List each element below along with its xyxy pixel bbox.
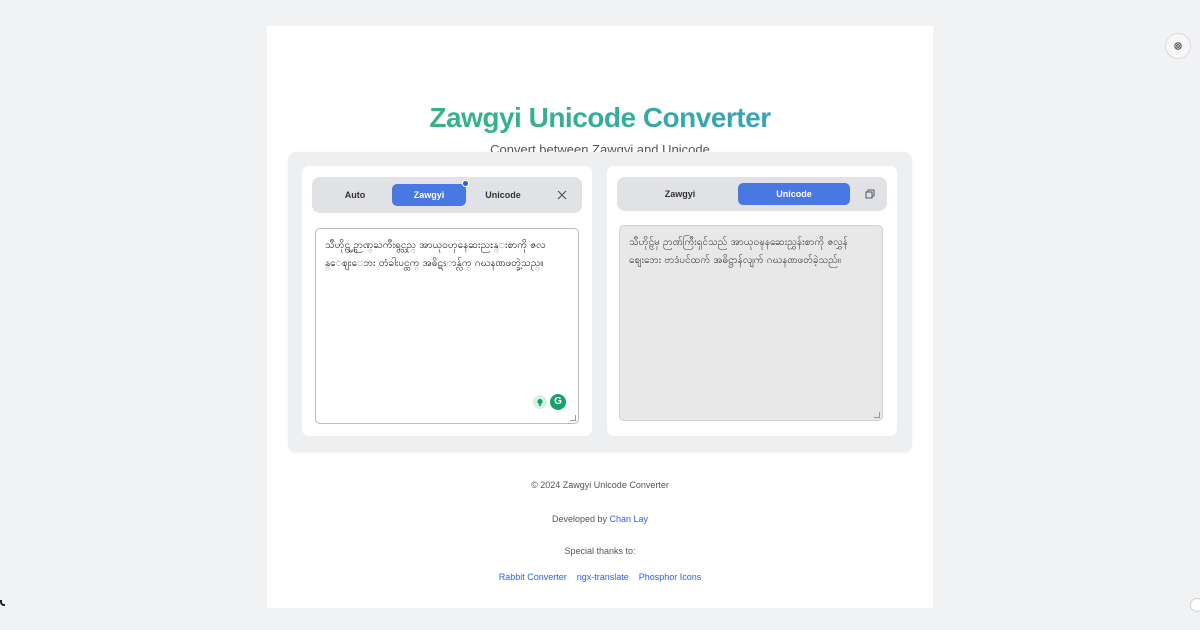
grammarly-widget[interactable]: G (533, 393, 566, 411)
clear-button[interactable] (554, 187, 570, 203)
grammarly-icon[interactable]: G (550, 394, 566, 410)
output-text-line: သီဟိုဠ်မှ ဉာဏ်ကြီးရှင်သည် အာယုဝဍ္ဎနဆေးညွ… (629, 237, 848, 248)
copy-button[interactable] (862, 186, 878, 202)
output-encoding-tabs: Zawgyi Unicode (617, 177, 887, 211)
developer-credit: Developed by Chan Lay (267, 514, 933, 524)
page-title: Zawgyi Unicode Converter (267, 102, 933, 134)
main-card: Zawgyi Unicode Converter Convert between… (267, 26, 933, 608)
input-text-line: န္ေဈးေဘး တံခါးပင္ထက္ အဓိဋၭာန္လ်က္ ဂဃနဏဖတ… (325, 258, 544, 269)
developed-by-label: Developed by (551, 514, 610, 524)
input-text-line: သီဟိုဠ္မွ ဉာဏ္ႀကီးရွင္သည္ အာယုဝၯနေဆးညႊန္… (325, 240, 546, 251)
converter-panel: Auto Zawgyi Unicode သီဟိုဠ္မွ ဉာဏ္ႀကီးရွ… (288, 152, 912, 452)
input-encoding-tabs: Auto Zawgyi Unicode (312, 177, 582, 213)
input-pane: Auto Zawgyi Unicode သီဟိုဠ္မွ ဉာဏ္ႀကီးရွ… (302, 166, 592, 436)
settings-button[interactable] (1165, 33, 1191, 59)
lightbulb-icon[interactable] (533, 395, 547, 409)
thanks-links: Rabbit Converter ngx-translate Phosphor … (267, 572, 933, 582)
active-indicator-dot (462, 180, 469, 187)
edge-scroll-button[interactable] (1190, 598, 1200, 612)
rabbit-converter-link[interactable]: Rabbit Converter (499, 572, 567, 582)
input-textarea[interactable]: သီဟိုဠ္မွ ဉာဏ္ႀကီးရွင္သည္ အာယုဝၯနေဆးညႊန္… (315, 228, 579, 424)
output-textarea[interactable]: သီဟိုဠ်မှ ဉာဏ်ကြီးရှင်သည် အာယုဝဍ္ဎနဆေးညွ… (619, 225, 883, 421)
tab-auto[interactable]: Auto (330, 184, 380, 206)
copy-icon (865, 189, 875, 199)
gear-icon (1174, 42, 1182, 50)
tab-zawgyi-label: Zawgyi (413, 190, 445, 200)
edge-corner-mark (0, 600, 5, 606)
close-icon (557, 190, 567, 200)
phosphor-icons-link[interactable]: Phosphor Icons (639, 572, 702, 582)
output-text-line: ဈေးဘေး ဗာဒံပင်ထက် အဓိဋ္ဌာန်လျက် ဂဃနဏဖတ်ခ… (629, 255, 841, 266)
resize-handle[interactable] (570, 415, 576, 421)
ngx-translate-link[interactable]: ngx-translate (577, 572, 629, 582)
tab-zawgyi[interactable]: Zawgyi (392, 180, 469, 206)
thanks-label: Special thanks to: (564, 546, 636, 556)
tab-output-unicode[interactable]: Unicode (738, 183, 850, 205)
developer-link[interactable]: Chan Lay (610, 514, 649, 524)
tab-output-zawgyi[interactable]: Zawgyi (643, 183, 717, 205)
resize-handle[interactable] (874, 412, 880, 418)
output-pane: Zawgyi Unicode သီဟိုဠ်မှ ဉာဏ်ကြီးရှင်သည်… (607, 166, 897, 436)
tab-unicode[interactable]: Unicode (474, 184, 532, 206)
copyright-text: © 2024 Zawgyi Unicode Converter (531, 480, 669, 490)
